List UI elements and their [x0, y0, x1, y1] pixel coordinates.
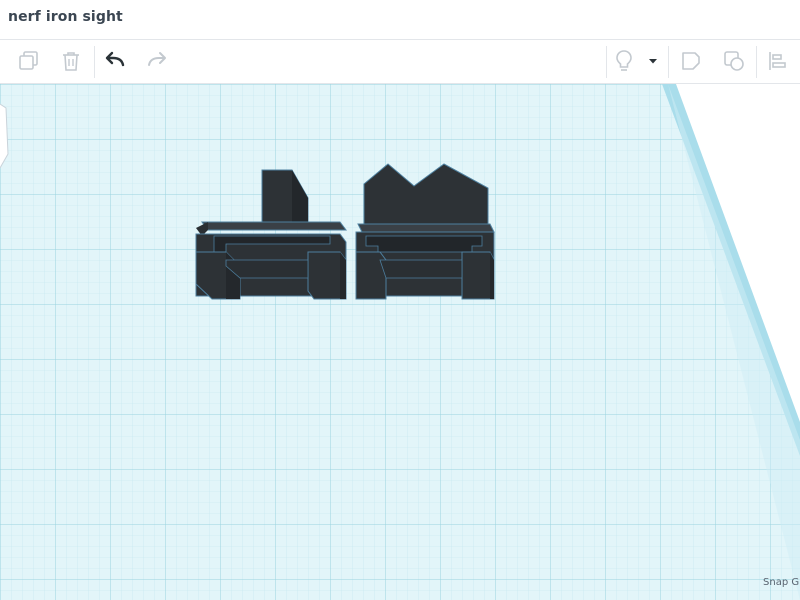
- note-button[interactable]: [676, 46, 706, 76]
- workplane-viewport[interactable]: Snap Gri: [0, 84, 800, 600]
- undo-button[interactable]: [100, 46, 130, 76]
- redo-arrow-icon: [148, 52, 166, 66]
- light-dropdown-button[interactable]: [641, 46, 665, 76]
- align-button[interactable]: [762, 46, 792, 76]
- edit-toolbar: [0, 40, 800, 84]
- design-title[interactable]: nerf iron sight: [8, 9, 123, 25]
- light-button[interactable]: [609, 46, 639, 76]
- trash-icon: [63, 52, 79, 71]
- snap-grid-label[interactable]: Snap Gri: [763, 577, 800, 588]
- toolbar-divider: [606, 46, 607, 78]
- lightbulb-icon: [616, 50, 632, 71]
- redo-button[interactable]: [142, 46, 172, 76]
- chevron-down-icon: [649, 59, 657, 64]
- delete-button[interactable]: [56, 46, 86, 76]
- toolbar-divider: [756, 46, 757, 78]
- shape-group-icon: [724, 51, 744, 71]
- title-bar: nerf iron sight: [0, 0, 800, 40]
- toolbar-divider: [94, 46, 95, 78]
- undo-arrow-icon: [105, 51, 125, 67]
- note-shape-icon: [682, 52, 700, 70]
- copy-icon: [19, 51, 38, 70]
- workplane-canvas[interactable]: [0, 84, 800, 600]
- right-sight-shape[interactable]: [355, 163, 495, 300]
- tinkercad-editor: nerf iron sight Snap G: [0, 0, 800, 600]
- copy-button[interactable]: [14, 46, 44, 76]
- group-button[interactable]: [719, 46, 749, 76]
- workplane-grid: [0, 84, 800, 600]
- toolbar-divider: [668, 46, 669, 78]
- align-left-icon: [769, 52, 786, 70]
